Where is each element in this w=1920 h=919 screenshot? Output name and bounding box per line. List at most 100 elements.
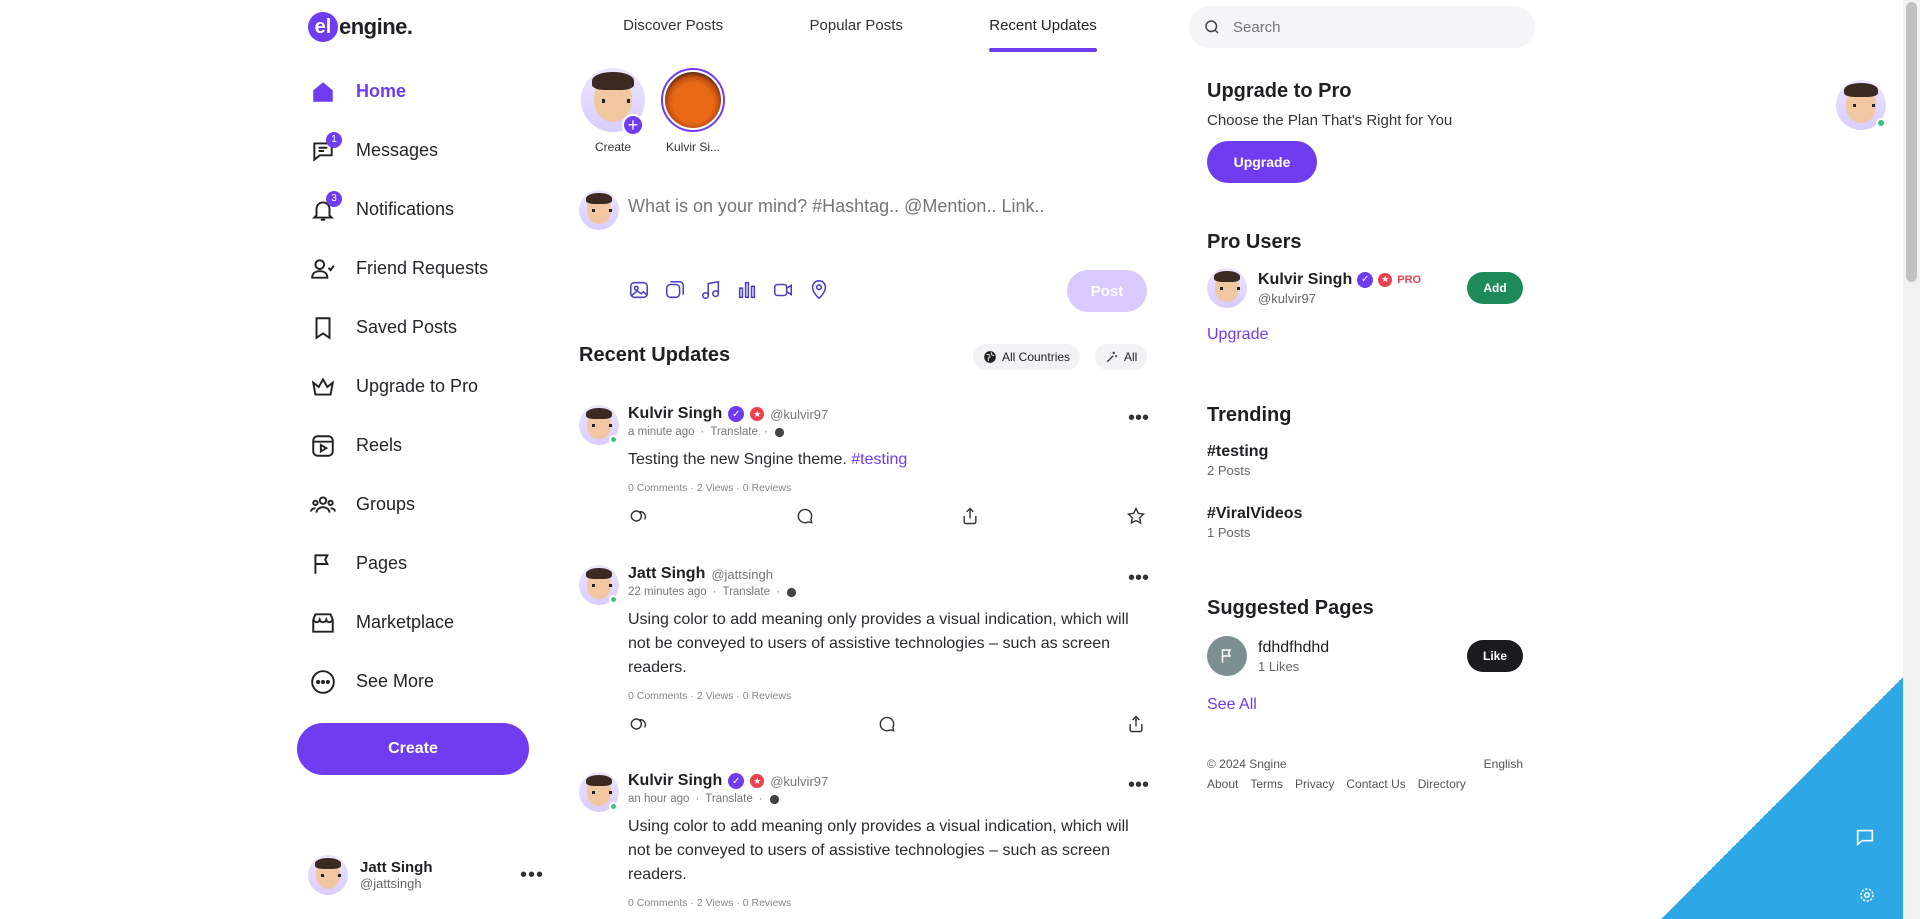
sidebar-item-label: Marketplace	[356, 612, 455, 632]
sidebar-item-groups[interactable]: Groups	[300, 475, 560, 534]
post-author[interactable]: Jatt Singh	[628, 565, 705, 583]
search-input[interactable]	[1233, 18, 1513, 36]
translate-link[interactable]: Translate	[710, 426, 758, 438]
post-options-icon[interactable]: •••	[1128, 407, 1149, 430]
share-icon[interactable]	[960, 506, 982, 528]
feed-tabs: Discover Posts Popular Posts Recent Upda…	[580, 0, 1140, 52]
trending-item[interactable]: #testing 2 Posts	[1207, 443, 1523, 478]
sidebar-item-marketplace[interactable]: Marketplace	[300, 593, 560, 652]
pro-label: PRO	[1397, 273, 1422, 286]
post-button[interactable]: Post	[1067, 270, 1147, 312]
online-indicator	[609, 435, 618, 444]
store-icon	[310, 610, 336, 636]
sidebar-item-upgrade[interactable]: Upgrade to Pro	[300, 357, 560, 416]
footer-link-directory[interactable]: Directory	[1418, 777, 1466, 791]
more-options-icon[interactable]: •••	[520, 864, 544, 887]
upgrade-button[interactable]: Upgrade	[1207, 141, 1317, 183]
pro-user-name[interactable]: Kulvir Singh	[1258, 271, 1352, 289]
post-text: Using color to add meaning only provides…	[628, 818, 1129, 883]
footer-link-about[interactable]: About	[1207, 777, 1238, 791]
location-icon[interactable]	[808, 279, 830, 301]
star-icon[interactable]	[1126, 506, 1148, 528]
post-options-icon[interactable]: •••	[1128, 567, 1149, 590]
page-flag-icon[interactable]	[1207, 636, 1247, 676]
filter-all-label: All	[1124, 350, 1138, 364]
sidebar-item-label: Pages	[356, 553, 408, 573]
composer-input[interactable]	[628, 196, 1148, 217]
search-bar[interactable]	[1189, 6, 1535, 48]
story-caption: Create	[594, 140, 632, 154]
suggested-page-row: fdhdfhdhd 1 Likes Like	[1207, 636, 1523, 676]
user-menu[interactable]	[1836, 80, 1886, 130]
sidebar-item-friend-requests[interactable]: Friend Requests	[300, 239, 560, 298]
pro-badge-icon: ★	[1378, 272, 1393, 287]
post-stats: 0 Comments · 2 Views · 0 Reviews	[628, 482, 792, 494]
sidebar-item-saved-posts[interactable]: Saved Posts	[300, 298, 560, 357]
chat-bubble-icon[interactable]	[1854, 826, 1876, 848]
create-button[interactable]: Create	[297, 723, 529, 775]
avatar[interactable]	[1207, 268, 1247, 308]
footer-link-privacy[interactable]: Privacy	[1295, 777, 1334, 791]
upgrade-link[interactable]: Upgrade	[1207, 326, 1523, 344]
see-all-link[interactable]: See All	[1207, 696, 1523, 714]
pro-user-handle: @kulvir97	[1258, 290, 1316, 306]
composer-avatar	[579, 190, 619, 230]
messages-badge: 1	[326, 131, 342, 148]
poll-icon[interactable]	[736, 279, 758, 301]
hashtag-link[interactable]: #testing	[851, 451, 907, 468]
upgrade-title: Upgrade to Pro	[1207, 80, 1352, 102]
music-icon[interactable]	[700, 279, 722, 301]
share-icon[interactable]	[1126, 714, 1148, 736]
story-create[interactable]: + Create	[576, 68, 650, 154]
language-selector[interactable]: English	[1484, 757, 1523, 771]
add-friend-button[interactable]: Add	[1467, 272, 1523, 304]
album-icon[interactable]	[664, 279, 686, 301]
filter-all[interactable]: All	[1095, 344, 1148, 370]
current-user[interactable]: Jatt Singh @jattsingh •••	[308, 855, 544, 895]
suggested-pages-title: Suggested Pages	[1207, 597, 1374, 619]
home-icon	[310, 79, 336, 105]
search-icon	[1203, 18, 1221, 36]
sparkle-icon	[1105, 350, 1119, 364]
sidebar-item-messages[interactable]: 1 Messages	[300, 121, 560, 180]
photo-icon[interactable]	[628, 279, 650, 301]
react-icon[interactable]	[628, 714, 650, 736]
sidebar-item-notifications[interactable]: 3 Notifications	[300, 180, 560, 239]
bookmark-icon	[310, 315, 336, 341]
filter-countries[interactable]: All Countries	[973, 344, 1081, 370]
post-time[interactable]: an hour ago	[628, 793, 689, 805]
trending-item[interactable]: #ViralVideos 1 Posts	[1207, 505, 1523, 540]
sidebar-item-reels[interactable]: Reels	[300, 416, 560, 475]
sidebar-item-home[interactable]: Home	[300, 62, 560, 121]
footer-link-terms[interactable]: Terms	[1250, 777, 1283, 791]
post-options-icon[interactable]: •••	[1128, 774, 1149, 797]
sidebar-item-see-more[interactable]: See More	[300, 652, 560, 711]
like-page-button[interactable]: Like	[1467, 640, 1523, 672]
react-icon[interactable]	[628, 506, 650, 528]
sidebar-item-label: Groups	[356, 494, 416, 514]
comment-icon[interactable]	[795, 506, 817, 528]
video-icon[interactable]	[772, 279, 794, 301]
privacy-globe-icon	[774, 427, 785, 438]
brand-logo[interactable]: el engine.	[308, 12, 413, 42]
story-item[interactable]: Kulvir Si...	[656, 68, 730, 154]
users-icon	[310, 256, 336, 282]
tab-recent-updates[interactable]: Recent Updates	[989, 0, 1097, 52]
post-time[interactable]: a minute ago	[628, 426, 695, 438]
translate-link[interactable]: Translate	[705, 793, 753, 805]
post-author[interactable]: Kulvir Singh	[628, 405, 722, 423]
tab-popular-posts[interactable]: Popular Posts	[810, 0, 903, 52]
translate-link[interactable]: Translate	[722, 586, 770, 598]
post-author[interactable]: Kulvir Singh	[628, 772, 722, 790]
sidebar-item-pages[interactable]: Pages	[300, 534, 560, 593]
tab-discover-posts[interactable]: Discover Posts	[623, 0, 723, 52]
gear-icon[interactable]	[1858, 886, 1876, 904]
scrollbar-thumb[interactable]	[1906, 2, 1917, 282]
post-time[interactable]: 22 minutes ago	[628, 586, 707, 598]
post-card: Kulvir Singh ✓ ★ @kulvir97 a minute ago ·…	[579, 405, 1149, 528]
footer-link-contact[interactable]: Contact Us	[1346, 777, 1405, 791]
comment-icon[interactable]	[877, 714, 899, 736]
post-handle: @kulvir97	[770, 773, 829, 789]
page-name[interactable]: fdhdfhdhd	[1258, 639, 1329, 657]
pro-users-section: Pro Users Kulvir Singh ✓ ★ PRO @kulvir97…	[1207, 231, 1523, 344]
